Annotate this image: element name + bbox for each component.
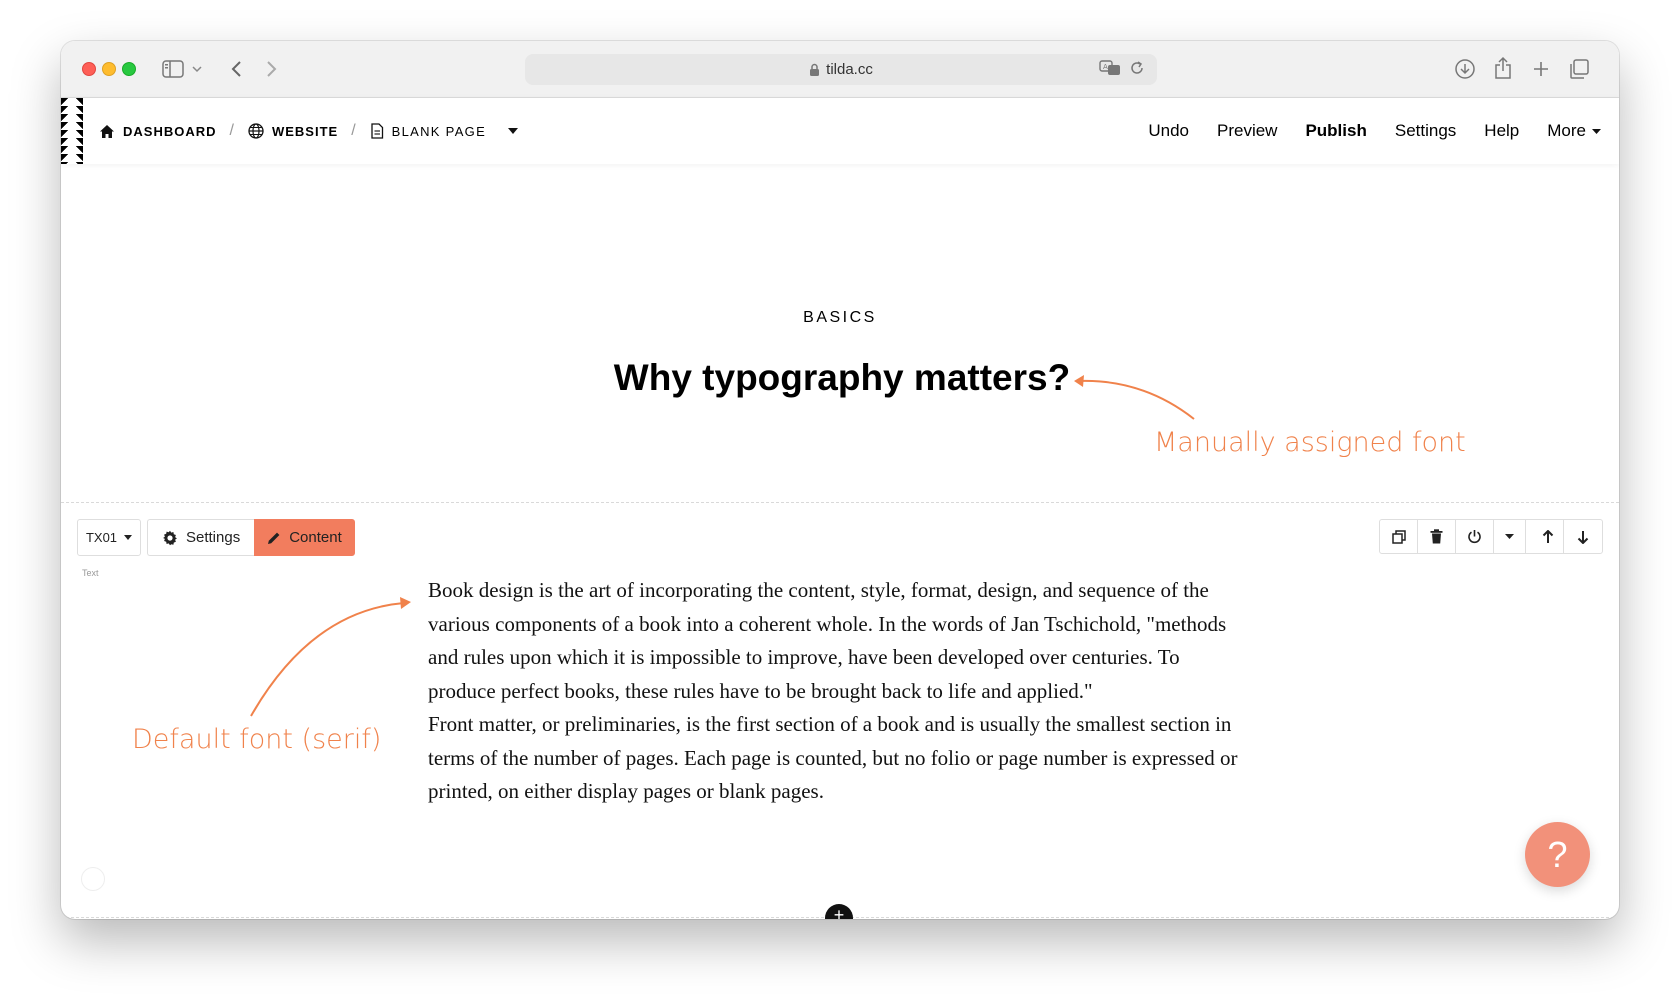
duplicate-icon: [1391, 529, 1406, 544]
minimize-window-button[interactable]: [102, 62, 116, 76]
block-settings-label: Settings: [186, 529, 241, 546]
gear-icon: [163, 530, 177, 545]
forward-arrow-icon[interactable]: [262, 58, 282, 80]
block-settings-button[interactable]: Settings: [147, 519, 255, 556]
tilda-logo[interactable]: [61, 98, 83, 164]
breadcrumb-dashboard[interactable]: DASHBOARD: [99, 124, 217, 139]
address-actions: A: [1099, 59, 1145, 81]
downloads-icon[interactable]: [1453, 57, 1477, 81]
toggle-block-button[interactable]: [1456, 520, 1494, 553]
more-menu[interactable]: More: [1547, 121, 1601, 141]
body-paragraph: Front matter, or preliminaries, is the f…: [428, 712, 1238, 803]
preview-button[interactable]: Preview: [1217, 121, 1277, 141]
block-divider: [61, 502, 1619, 503]
block-more-dropdown[interactable]: [1494, 520, 1526, 553]
publish-button[interactable]: Publish: [1305, 121, 1366, 141]
share-icon[interactable]: [1491, 55, 1515, 81]
tab-overview-icon[interactable]: [1567, 57, 1591, 81]
undo-button[interactable]: Undo: [1148, 121, 1189, 141]
caret-down-icon: [1592, 128, 1601, 134]
close-window-button[interactable]: [82, 62, 96, 76]
lock-icon: [809, 63, 820, 77]
body-annotation: Default font (serif): [132, 724, 382, 755]
new-tab-icon[interactable]: [1529, 57, 1553, 81]
caret-down-icon: [124, 535, 133, 540]
block-content-button[interactable]: Content: [254, 519, 355, 556]
move-block-down-button[interactable]: [1564, 520, 1602, 553]
block-content-label: Content: [289, 529, 342, 546]
address-bar[interactable]: tilda.cc A: [525, 54, 1157, 85]
trash-icon: [1430, 529, 1443, 544]
arrow-down-icon: [1577, 530, 1589, 544]
arrow-up-icon: [1542, 529, 1553, 543]
translate-icon[interactable]: A: [1099, 59, 1121, 81]
globe-icon: [248, 123, 264, 139]
breadcrumb-separator: /: [229, 122, 235, 139]
body-paragraph: Book design is the art of incorporating …: [428, 578, 1227, 703]
sidebar-toggle-icon[interactable]: [161, 59, 185, 79]
add-block-button[interactable]: +: [825, 904, 853, 919]
block-handle[interactable]: [81, 867, 105, 891]
block-code-dropdown[interactable]: TX01: [77, 519, 141, 556]
breadcrumb-page[interactable]: BLANK PAGE: [370, 123, 519, 139]
move-block-up-button[interactable]: [1526, 520, 1564, 553]
browser-window: tilda.cc A DASHBOARD / WEBSITE / BLANK P…: [61, 41, 1619, 919]
breadcrumb-website[interactable]: WEBSITE: [248, 123, 338, 139]
more-menu-label: More: [1547, 121, 1586, 140]
reload-icon[interactable]: [1129, 60, 1145, 80]
browser-toolbar: tilda.cc A: [61, 41, 1619, 98]
home-icon: [99, 124, 115, 139]
text-block-body[interactable]: Book design is the art of incorporating …: [428, 574, 1238, 809]
block-type-label: Text: [82, 568, 99, 578]
chevron-down-icon[interactable]: [191, 63, 203, 75]
breadcrumb-separator: /: [351, 122, 357, 139]
editor-nav: Undo Preview Publish Settings Help More: [1148, 98, 1601, 164]
power-icon: [1468, 530, 1481, 544]
body-arrowhead: [400, 597, 411, 609]
delete-block-button[interactable]: [1418, 520, 1456, 553]
settings-button[interactable]: Settings: [1395, 121, 1456, 141]
url-text: tilda.cc: [826, 61, 873, 78]
caret-down-icon: [1505, 534, 1514, 539]
help-link[interactable]: Help: [1484, 121, 1519, 141]
duplicate-block-button[interactable]: [1380, 520, 1418, 553]
editor-header: DASHBOARD / WEBSITE / BLANK PAGE Undo Pr…: [61, 98, 1619, 164]
document-icon: [370, 123, 384, 139]
body-arrow: [250, 602, 405, 717]
caret-down-icon[interactable]: [508, 128, 519, 134]
zoom-window-button[interactable]: [122, 62, 136, 76]
breadcrumb: DASHBOARD / WEBSITE / BLANK PAGE: [99, 98, 519, 164]
breadcrumb-dashboard-label: DASHBOARD: [123, 123, 217, 139]
section-kicker: BASICS: [803, 309, 877, 326]
back-arrow-icon[interactable]: [226, 58, 246, 80]
breadcrumb-page-label: BLANK PAGE: [391, 123, 487, 139]
block-code-label: TX01: [85, 530, 118, 545]
help-chat-button[interactable]: ?: [1525, 822, 1590, 887]
block-edit-group: Settings Content: [147, 519, 355, 556]
headline-annotation: Manually assigned font: [1154, 427, 1466, 458]
svg-text:A: A: [1103, 63, 1108, 71]
pencil-icon: [268, 532, 280, 544]
block-actions: [1379, 519, 1603, 554]
page-title: Why typography matters?: [613, 357, 1071, 398]
block-toolbar: TX01 Settings Content: [77, 519, 355, 556]
breadcrumb-website-label: WEBSITE: [271, 123, 339, 139]
